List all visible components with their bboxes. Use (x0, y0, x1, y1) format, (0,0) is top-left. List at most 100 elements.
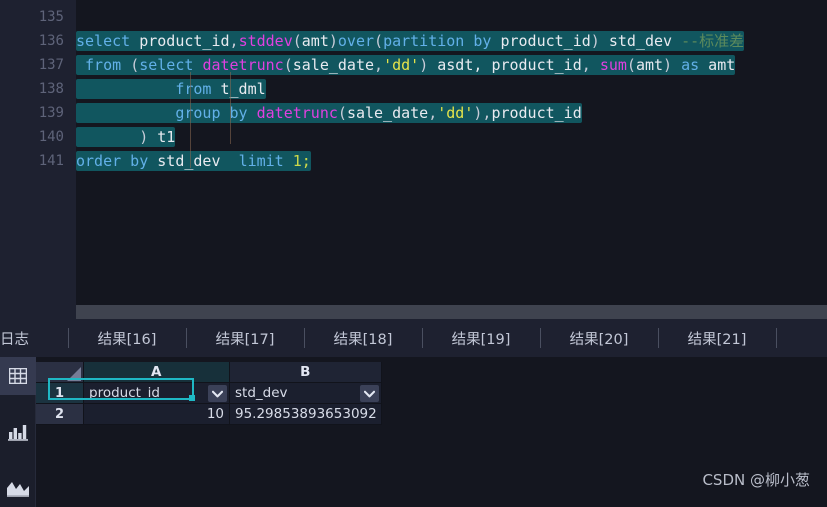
grid-icon (9, 368, 27, 384)
code-token: ( (283, 56, 293, 74)
code-text-area[interactable]: select product_id,stddev(amt)over(partit… (76, 0, 827, 305)
code-line[interactable]: group by datetrunc(sale_date,'dd'),produ… (76, 101, 827, 125)
chevron-down-icon[interactable] (208, 385, 227, 402)
selected-code: from (select datetrunc(sale_date,'dd') a… (76, 55, 736, 75)
code-token: sum (599, 56, 627, 74)
code-token: ) (419, 56, 429, 74)
tab-separator (776, 328, 777, 348)
tab-separator (68, 328, 69, 348)
table-row: 2 10 95.29853893653092 (36, 404, 382, 425)
tab-log[interactable]: 日志 (0, 319, 68, 357)
tab-result-16[interactable]: 结果[16] (68, 319, 186, 357)
code-token: datetrunc (202, 56, 284, 74)
result-data-grid[interactable]: A B 1 product_id std_dev 2 10 95.29853893653092 (36, 362, 382, 425)
editor-hscrollbar[interactable] (76, 305, 827, 319)
code-token: sale_date (292, 56, 375, 74)
tab-separator (422, 328, 423, 348)
column-header-b[interactable]: B (230, 362, 382, 383)
tab-result-19[interactable]: 结果[19] (422, 319, 540, 357)
view-grid-button[interactable] (0, 357, 36, 395)
result-tab-bar[interactable]: 日志 结果[16] 结果[17] 结果[18] 结果[19] 结果[20] 结果[21] (0, 319, 827, 357)
column-header-a[interactable]: A (84, 362, 230, 383)
tab-separator (304, 328, 305, 348)
code-line[interactable]: from (select datetrunc(sale_date,'dd') a… (76, 53, 827, 77)
line-number: 137 (38, 57, 64, 73)
selected-code: group by datetrunc(sale_date,'dd'),produ… (76, 103, 582, 123)
code-token: group by (175, 104, 257, 122)
code-token: std_dev (157, 152, 221, 170)
tab-result-17[interactable]: 结果[17] (186, 319, 304, 357)
code-token: partition by (383, 32, 501, 50)
row-header-2[interactable]: 2 (36, 404, 84, 425)
selected-code: order by std_dev limit 1; (76, 151, 311, 171)
tab-label: 结果[19] (451, 331, 511, 348)
view-area-chart-button[interactable] (0, 469, 36, 507)
bar-chart-icon (8, 424, 28, 441)
code-token: amt (635, 56, 664, 74)
code-token: datetrunc (256, 104, 338, 122)
corner-triangle-icon (67, 367, 81, 381)
editor-hscrollbar-row (0, 305, 827, 319)
tab-label: 结果[21] (687, 331, 747, 348)
line-number: 139 (38, 105, 64, 121)
sql-client-window: 135 136 137 138 139 140 141 select product_id,… (0, 0, 827, 507)
view-mode-sidebar[interactable] (0, 357, 36, 507)
code-line[interactable]: ) t1 (76, 125, 827, 149)
code-token: product_id (491, 56, 582, 74)
column-header-row: AB (36, 362, 382, 383)
line-number-gutter: 135 136 137 138 139 140 141 (0, 0, 76, 305)
code-token: product_id (491, 104, 582, 122)
code-token: ) (663, 56, 673, 74)
sql-editor[interactable]: 135 136 137 138 139 140 141 select product_id,… (0, 0, 827, 305)
chevron-down-icon[interactable] (360, 385, 379, 402)
code-token: as (681, 56, 700, 74)
code-token: order by (76, 152, 158, 170)
code-line[interactable]: order by std_dev limit 1; (76, 149, 827, 173)
code-token: 'dd' (437, 104, 474, 122)
code-token: amt (699, 56, 736, 74)
result-pane: A B 1 product_id std_dev 2 10 95.29853893653092… (0, 357, 827, 507)
selected-code: ) t1 (76, 127, 176, 147)
tab-label: 结果[18] (333, 331, 393, 348)
code-line[interactable]: select product_id,stddev(amt)over(partit… (76, 29, 827, 53)
code-token: product_id (500, 32, 591, 50)
tab-separator (658, 328, 659, 348)
code-token: amt (301, 32, 329, 50)
code-token: , (374, 56, 384, 74)
code-token: 'dd' (383, 56, 420, 74)
select-all-corner[interactable] (36, 362, 84, 383)
data-cell[interactable]: 95.29853893653092 (230, 404, 382, 425)
tab-result-21[interactable]: 结果[21] (658, 319, 776, 357)
line-number: 135 (38, 9, 64, 25)
code-token: select (76, 32, 140, 50)
field-name-text: product_id (89, 385, 160, 401)
code-token: from (175, 80, 221, 98)
code-token: ( (130, 56, 140, 74)
selected-code: from t_dml (76, 79, 266, 99)
code-line[interactable] (76, 5, 827, 29)
table-row: 1 product_id std_dev (36, 383, 382, 404)
view-bar-chart-button[interactable] (0, 413, 36, 451)
line-number: 141 (38, 153, 64, 169)
field-name-cell[interactable]: std_dev (230, 383, 382, 404)
code-token: , (229, 32, 239, 50)
tab-bar-end (776, 319, 816, 357)
code-line[interactable]: from t_dml (76, 77, 827, 101)
line-number: 140 (38, 129, 64, 145)
code-token: t_dml (220, 80, 266, 98)
field-name-text: std_dev (235, 385, 288, 401)
code-token: , (428, 104, 438, 122)
code-token: std_dev (599, 32, 682, 50)
tab-separator (186, 328, 187, 348)
tab-label: 结果[17] (215, 331, 275, 348)
row-header-1[interactable]: 1 (36, 383, 84, 404)
data-cell[interactable]: 10 (84, 404, 230, 425)
code-token: ) (139, 128, 149, 146)
tab-result-18[interactable]: 结果[18] (304, 319, 422, 357)
line-number: 136 (38, 33, 64, 49)
field-name-cell[interactable]: product_id (84, 383, 230, 404)
tab-result-20[interactable]: 结果[20] (540, 319, 658, 357)
